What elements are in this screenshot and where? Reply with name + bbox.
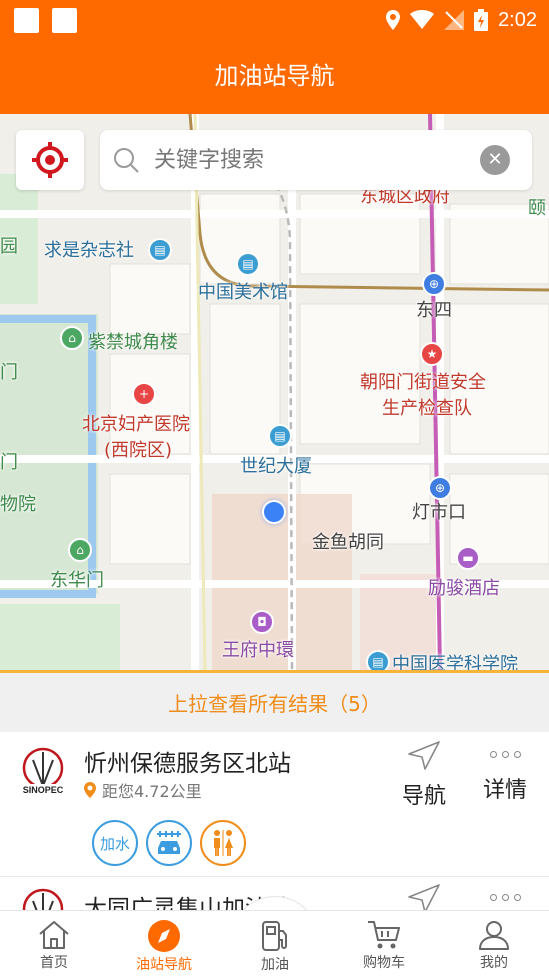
map-label: 东四 xyxy=(416,300,452,321)
home-icon xyxy=(39,921,69,949)
tab-home[interactable]: 首页 xyxy=(14,911,94,972)
metro-marker[interactable]: ⊕ xyxy=(422,272,446,296)
details-label: 详情 xyxy=(482,778,527,803)
map-label: 园 xyxy=(0,236,18,257)
poi-marker[interactable]: ★ xyxy=(420,342,444,366)
no-signal-icon xyxy=(444,10,465,30)
status-time: 2:02 xyxy=(498,8,537,31)
map-label: 世纪大厦 xyxy=(240,456,312,477)
location-icon xyxy=(386,10,401,30)
current-location-marker xyxy=(262,500,286,524)
map-label: (西院区) xyxy=(104,440,173,461)
tab-station-nav[interactable]: 油站导航 xyxy=(124,911,204,974)
navigate-button[interactable]: 导航 xyxy=(398,740,450,810)
more-icon xyxy=(478,740,532,768)
results-pullup-text: 上拉查看所有结果（5） xyxy=(168,692,381,716)
poi-marker[interactable]: ▤ xyxy=(148,238,172,262)
service-water-label: 加水 xyxy=(99,834,130,853)
map-view[interactable]: 东城区政府 颐 园 求是杂志社 ▤ ▤ 中国美术馆 ⊕ 东四 ⌂ 紫禁城角楼 ★… xyxy=(0,114,549,670)
fuel-pump-icon xyxy=(262,921,287,951)
map-label: 中国美术馆 xyxy=(198,282,288,303)
search-input[interactable] xyxy=(154,140,474,180)
results-pullup-bar[interactable]: 上拉查看所有结果（5） xyxy=(0,670,549,732)
map-label: 灯市口 xyxy=(412,502,466,523)
wifi-icon xyxy=(410,10,435,29)
user-icon xyxy=(479,921,509,950)
map-label: 王府中環 xyxy=(222,640,294,661)
shopping-marker[interactable]: ◘ xyxy=(250,610,274,634)
map-label: 紫禁城角楼 xyxy=(88,332,178,353)
cart-icon xyxy=(368,921,400,949)
navigate-label: 导航 xyxy=(401,784,446,809)
pin-icon xyxy=(84,782,96,798)
hospital-marker[interactable]: + xyxy=(132,382,156,406)
tab-label: 加油 xyxy=(261,957,289,973)
tab-bar: 首页 油站导航 加油 购物车 我的 xyxy=(0,910,549,976)
tab-label: 购物车 xyxy=(363,955,405,971)
clear-icon[interactable]: ✕ xyxy=(480,145,510,175)
svg-text:SINOPEC: SINOPEC xyxy=(23,785,64,795)
map-label: 东华门 xyxy=(50,570,104,591)
map-label: 求是杂志社 xyxy=(44,240,134,261)
station-distance: 距您4.72公里 xyxy=(84,778,202,802)
app-root: 2:02 加油站导航 东城区政府 颐 园 求是杂志社 ▤ ▤ 中国美术馆 ⊕ 东… xyxy=(0,0,549,976)
compass-icon xyxy=(148,920,180,952)
crosshair-icon xyxy=(32,142,68,178)
restroom-icon xyxy=(200,820,246,866)
tab-label: 首页 xyxy=(40,955,68,971)
sinopec-logo-icon: SINOPEC xyxy=(20,747,66,795)
notification-icon xyxy=(14,8,39,33)
status-bar: 2:02 xyxy=(0,0,549,40)
app-header: 加油站导航 xyxy=(0,40,549,114)
search-icon xyxy=(114,148,139,173)
tab-label: 我的 xyxy=(480,955,508,971)
hotel-marker[interactable]: ▬ xyxy=(456,546,480,570)
map-label: 门 xyxy=(0,362,18,383)
map-label: 中国医学科学院 xyxy=(392,654,518,670)
search-box: ✕ xyxy=(100,130,532,190)
tab-profile[interactable]: 我的 xyxy=(454,911,534,972)
map-label: 生产检查队 xyxy=(382,398,472,419)
map-label: 颐 xyxy=(528,198,546,219)
map-label: 门 xyxy=(0,452,18,473)
navigate-arrow-icon xyxy=(408,884,440,913)
details-button[interactable]: 详情 xyxy=(478,740,532,804)
details-button[interactable] xyxy=(478,883,532,911)
poi-marker[interactable]: ▤ xyxy=(366,650,390,670)
tab-cart[interactable]: 购物车 xyxy=(344,911,424,972)
poi-marker[interactable]: ▤ xyxy=(268,424,292,448)
tab-refuel[interactable]: 加油 xyxy=(235,911,315,974)
map-label: 物院 xyxy=(0,494,36,515)
more-icon xyxy=(478,883,532,911)
map-label: 北京妇产医院 xyxy=(82,414,190,435)
station-distance-text: 距您4.72公里 xyxy=(102,782,202,801)
station-card[interactable]: SINOPEC 忻州保德服务区北站 距您4.72公里 导航 详情 加水 xyxy=(0,732,549,876)
tab-label: 油站导航 xyxy=(136,957,192,973)
metro-marker[interactable]: ⊕ xyxy=(428,476,452,500)
car-wash-icon xyxy=(146,820,192,866)
notification-icon xyxy=(52,8,77,33)
service-water-icon: 加水 xyxy=(92,820,138,866)
map-label: 朝阳门街道安全 xyxy=(360,372,486,393)
poi-marker[interactable]: ⌂ xyxy=(60,326,84,350)
map-label: 金鱼胡同 xyxy=(312,532,384,553)
poi-marker[interactable]: ▤ xyxy=(236,252,260,276)
station-name: 忻州保德服务区北站 xyxy=(84,751,291,777)
navigate-arrow-icon xyxy=(408,741,440,770)
locate-button[interactable] xyxy=(16,130,84,190)
page-title: 加油站导航 xyxy=(214,62,335,90)
map-label: 励骏酒店 xyxy=(428,578,500,599)
battery-icon xyxy=(474,9,489,31)
poi-marker[interactable]: ⌂ xyxy=(68,538,92,562)
